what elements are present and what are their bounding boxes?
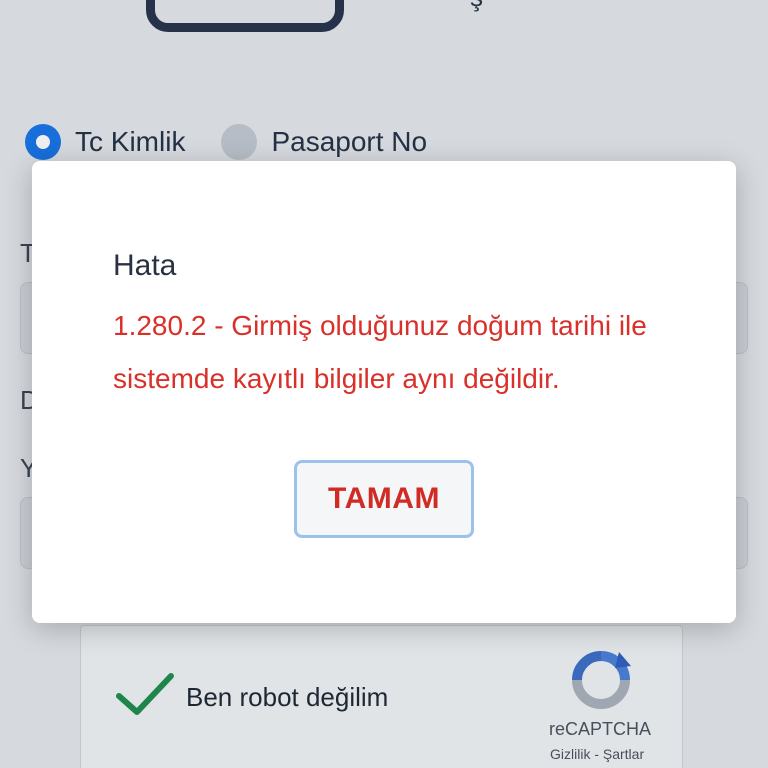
error-dialog: Hata 1.280.2 - Girmiş olduğunuz doğum ta… bbox=[32, 161, 736, 623]
dialog-title: Hata bbox=[113, 249, 177, 282]
dialog-message: 1.280.2 - Girmiş olduğunuz doğum tarihi … bbox=[113, 310, 647, 394]
ok-button[interactable]: TAMAM bbox=[294, 460, 474, 538]
